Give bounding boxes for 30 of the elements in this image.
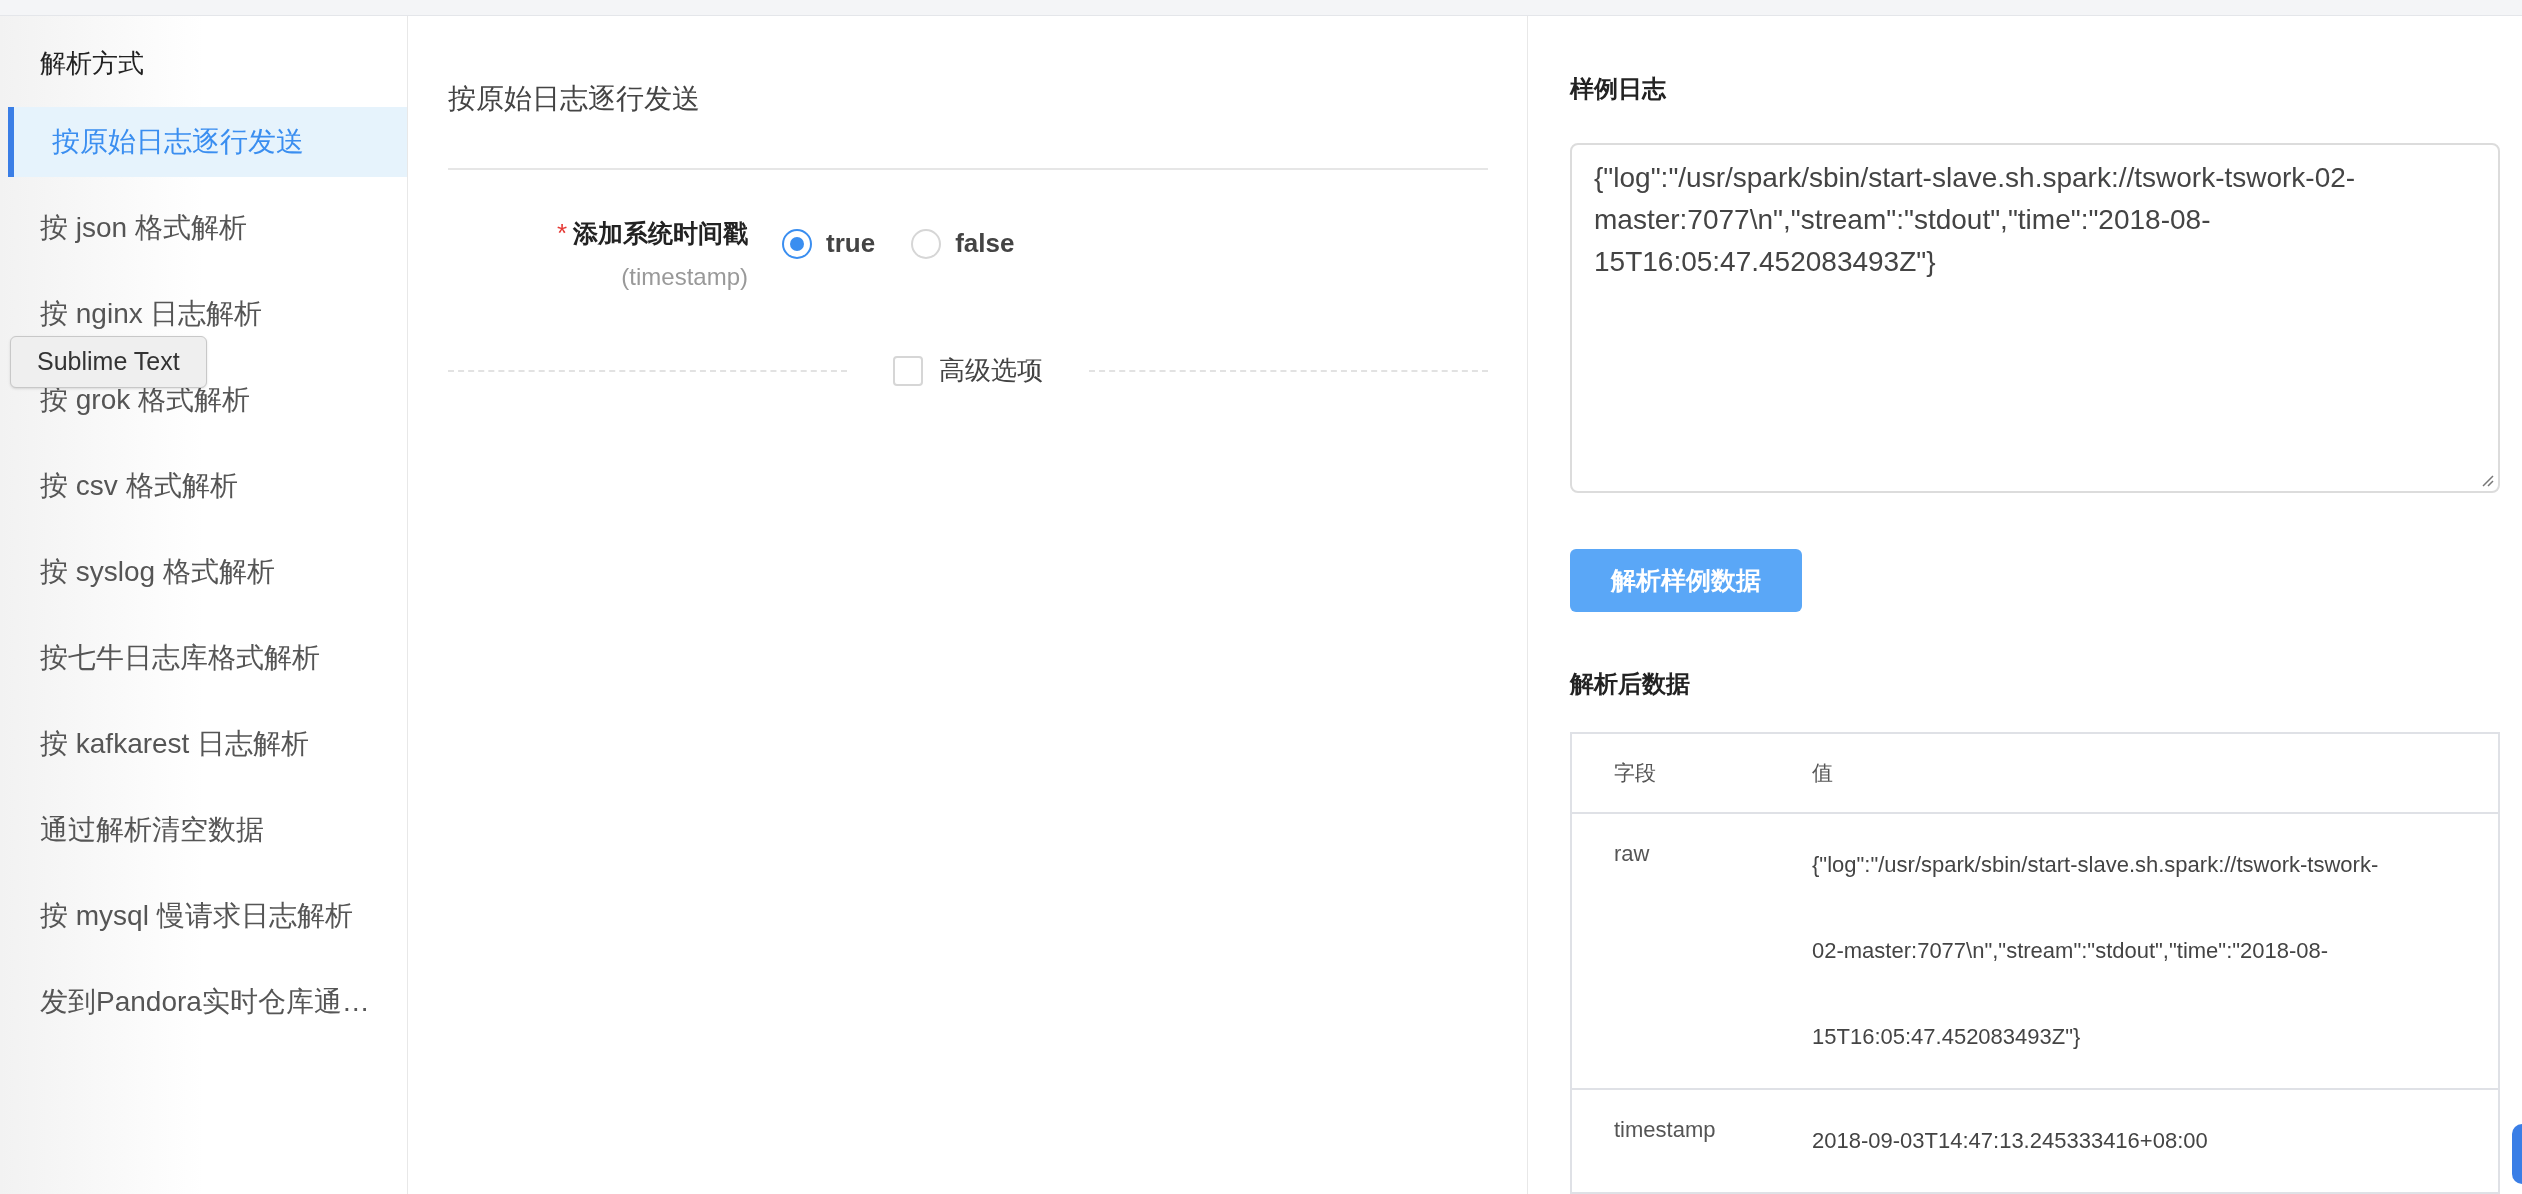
radio-label[interactable]: false <box>955 224 1015 263</box>
sidebar-item[interactable]: 通过解析清空数据 <box>8 795 407 865</box>
radio-label[interactable]: true <box>826 224 876 263</box>
sidebar-item[interactable]: 按 csv 格式解析 <box>8 451 407 521</box>
sidebar-item[interactable]: 按七牛日志库格式解析 <box>8 623 407 693</box>
sidebar-item[interactable]: 按 json 格式解析 <box>8 193 407 263</box>
sidebar-item[interactable]: 按 mysql 慢请求日志解析 <box>8 881 407 951</box>
required-mark: * <box>556 217 567 250</box>
field-sublabel: (timestamp) <box>621 262 748 292</box>
section-title: 样例日志 <box>1570 74 1667 104</box>
field-label: 添加系统时间戳 <box>573 217 748 249</box>
sidebar-title: 解析方式 <box>39 47 145 80</box>
sidebar-item[interactable]: 按 kafkarest 日志解析 <box>8 709 407 779</box>
section-title: 解析后数据 <box>1570 669 1691 699</box>
resize-handle-icon[interactable] <box>2480 472 2494 487</box>
tooltip: Sublime Text <box>10 336 207 388</box>
table-cell: timestamp <box>1614 1117 1716 1142</box>
sample-log-field[interactable]: {"log":"/usr/spark/sbin/start-slave.sh.spark://tswork-tswork-02-master:7077\n","stream":"stdout","time":"2018-08-15T16:05:47.452083493Z"} <box>1570 143 2500 493</box>
table-cell: 2018-09-03T14:47:13.245333416+08:00 <box>1812 1128 2208 1153</box>
floating-button[interactable] <box>2512 1124 2522 1184</box>
column-header: 值 <box>1812 761 1833 785</box>
sidebar-item[interactable]: 发到Pandora实时仓库通… <box>8 967 407 1037</box>
form-title: 按原始日志逐行发送 <box>448 82 701 116</box>
table-cell: raw <box>1614 841 1650 866</box>
column-header: 字段 <box>1614 761 1656 785</box>
checkbox[interactable] <box>893 355 923 386</box>
table-cell: {"log":"/usr/spark/sbin/start-slave.sh.spark://tswork-tswork-02-master:7077\n","stream":"stdout","time":"2018-08-15T16:05:47.452083493Z"} <box>1812 852 2379 1049</box>
checkbox-label[interactable]: 高级选项 <box>939 351 1043 390</box>
sidebar-item[interactable]: 按 syslog 格式解析 <box>8 537 407 607</box>
radio-button[interactable] <box>782 228 812 259</box>
